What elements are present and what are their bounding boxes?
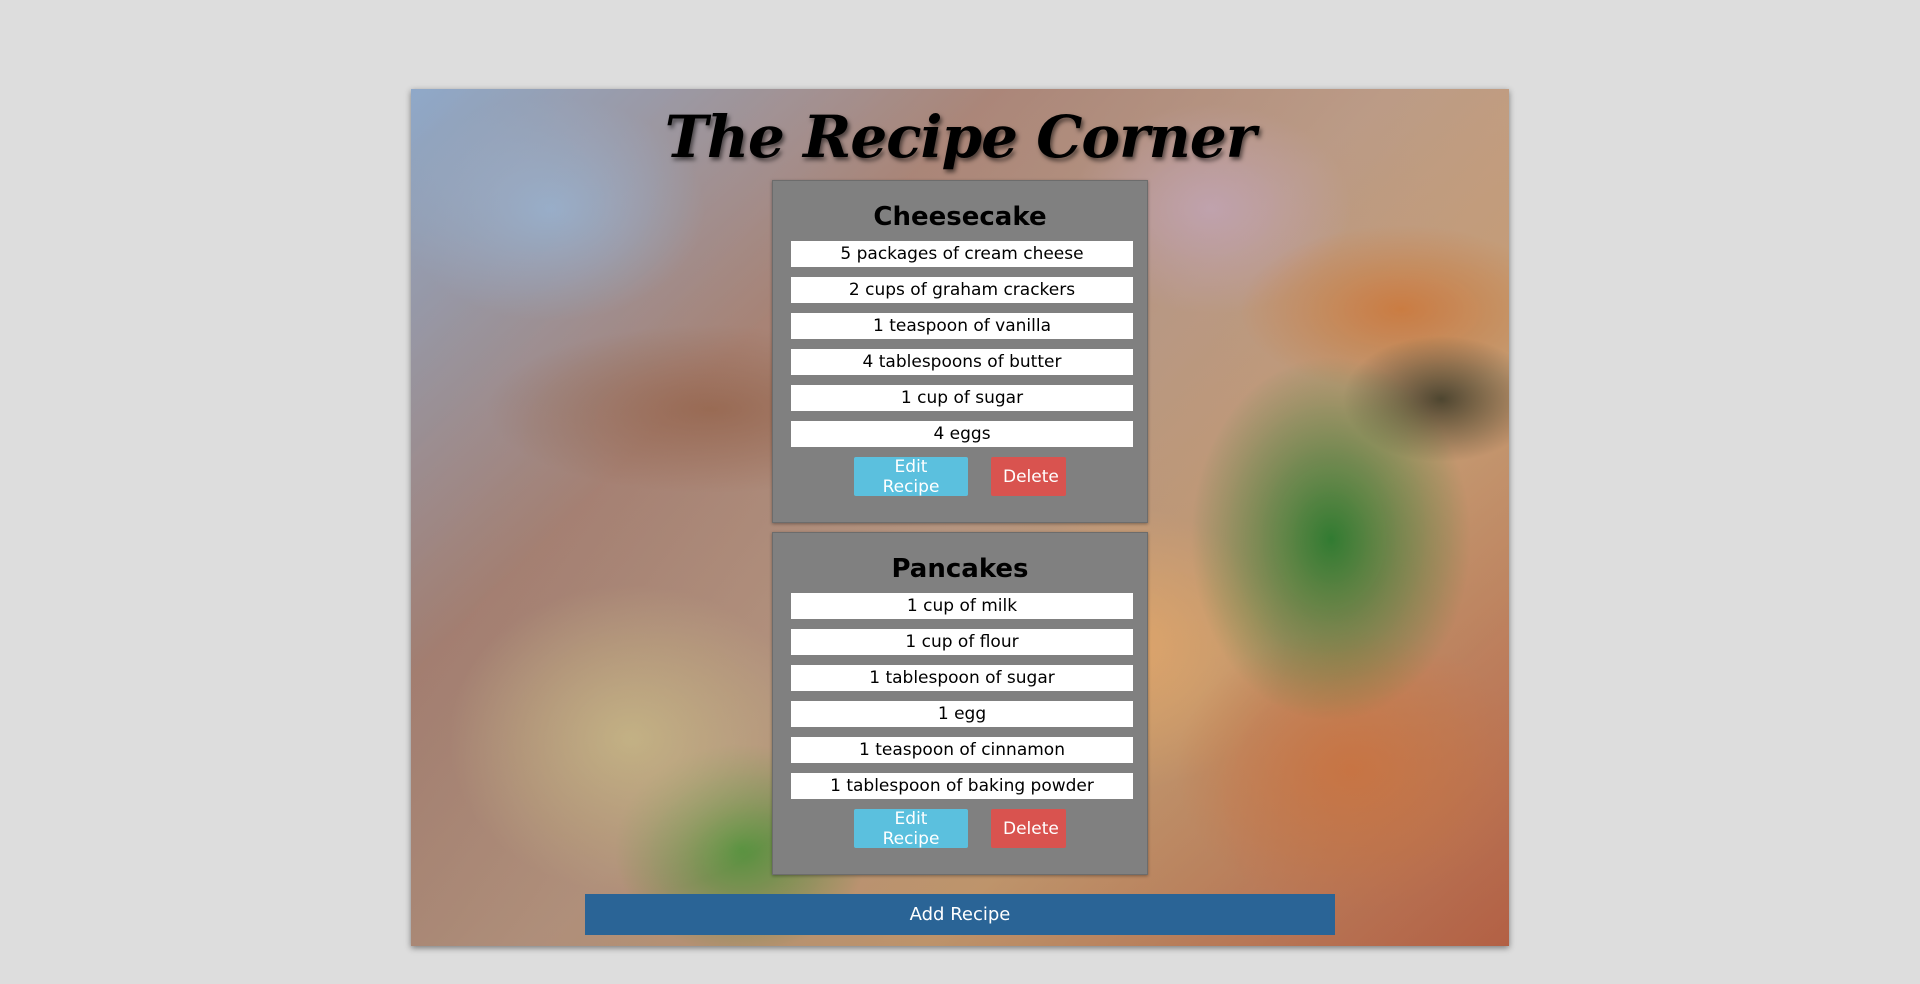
- ingredient-item: 1 teaspoon of cinnamon: [791, 737, 1133, 763]
- recipe-name: Cheesecake: [873, 202, 1047, 232]
- ingredient-item: 1 tablespoon of baking powder: [791, 773, 1133, 799]
- delete-recipe-button[interactable]: Delete: [991, 457, 1066, 496]
- page-title: The Recipe Corner: [664, 103, 1257, 171]
- ingredient-item: 1 teaspoon of vanilla: [791, 313, 1133, 339]
- ingredient-item: 1 cup of flour: [791, 629, 1133, 655]
- delete-recipe-button[interactable]: Delete: [991, 809, 1066, 848]
- card-actions: Edit Recipe Delete: [773, 457, 1147, 497]
- ingredient-item: 5 packages of cream cheese: [791, 241, 1133, 267]
- recipe-card: Cheesecake 5 packages of cream cheese 2 …: [772, 180, 1148, 523]
- ingredient-item: 1 cup of milk: [791, 593, 1133, 619]
- app-container: The Recipe Corner Cheesecake 5 packages …: [411, 89, 1509, 946]
- edit-recipe-button[interactable]: Edit Recipe: [854, 809, 968, 849]
- edit-recipe-button[interactable]: Edit Recipe: [854, 457, 968, 497]
- ingredient-list: 1 cup of milk 1 cup of flour 1 tablespoo…: [773, 593, 1147, 799]
- ingredient-item: 4 eggs: [791, 421, 1133, 447]
- add-recipe-button[interactable]: Add Recipe: [585, 894, 1335, 935]
- ingredient-item: 1 egg: [791, 701, 1133, 727]
- ingredient-list: 5 packages of cream cheese 2 cups of gra…: [773, 241, 1147, 447]
- ingredient-item: 2 cups of graham crackers: [791, 277, 1133, 303]
- ingredient-item: 4 tablespoons of butter: [791, 349, 1133, 375]
- card-actions: Edit Recipe Delete: [773, 809, 1147, 849]
- ingredient-item: 1 cup of sugar: [791, 385, 1133, 411]
- ingredient-item: 1 tablespoon of sugar: [791, 665, 1133, 691]
- recipe-name: Pancakes: [891, 554, 1029, 584]
- recipe-card: Pancakes 1 cup of milk 1 cup of flour 1 …: [772, 532, 1148, 875]
